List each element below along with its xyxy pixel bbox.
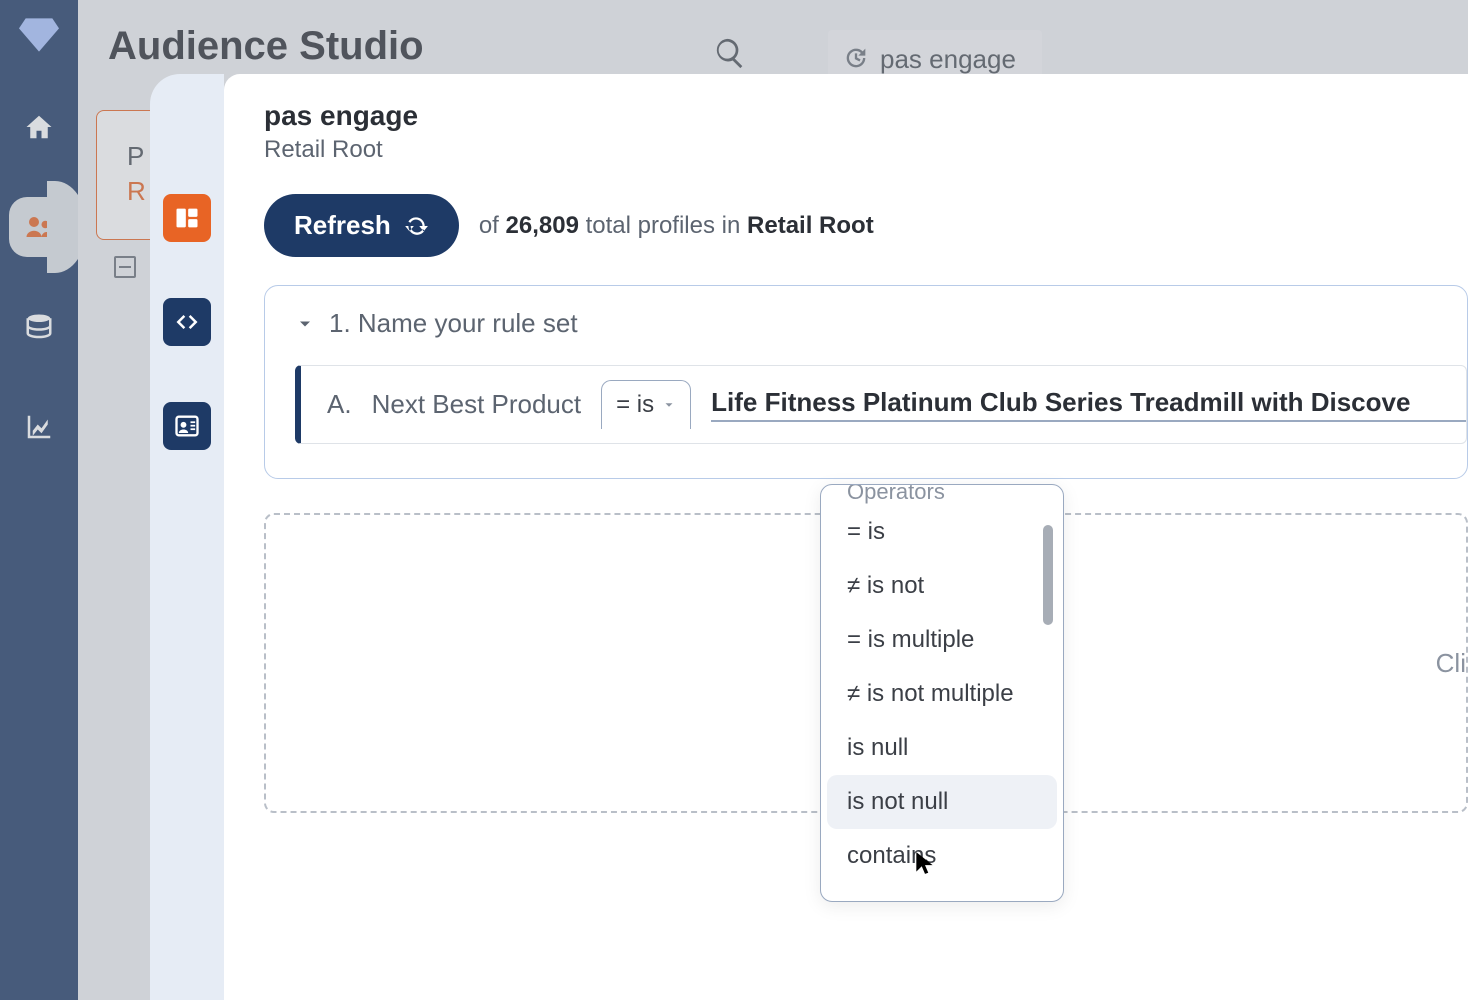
chip-label: pas engage — [880, 44, 1016, 74]
dropdown-item-is-not-multiple[interactable]: ≠ is not multiple — [827, 667, 1057, 721]
modal-wrap: pas engage Retail Root Refresh of 26,809… — [150, 74, 1468, 1000]
modal-tab-builder[interactable] — [163, 194, 211, 242]
profiles-count: 26,809 — [506, 212, 579, 239]
dropdown-title: Operators — [827, 484, 1057, 505]
dropdown-scrollbar[interactable] — [1043, 525, 1053, 625]
rule-value[interactable]: Life Fitness Platinum Club Series Treadm… — [711, 387, 1466, 422]
operator-select[interactable]: = is — [601, 380, 691, 429]
logo-diamond-icon — [19, 18, 59, 57]
modal-tab-code[interactable] — [163, 298, 211, 346]
operator-value: = is — [616, 391, 654, 419]
collapse-toggle[interactable] — [114, 256, 136, 278]
dropdown-item-is-null[interactable]: is null — [827, 721, 1057, 775]
modal-side-bar — [150, 74, 224, 1000]
dropdown-item-is-multiple[interactable]: = is multiple — [827, 613, 1057, 667]
profiles-summary: of 26,809 total profiles in Retail Root — [479, 212, 874, 240]
modal-tab-profile[interactable] — [163, 402, 211, 450]
left-nav-rail — [0, 0, 78, 1000]
modal-title: pas engage — [264, 100, 1468, 132]
chevron-down-icon — [295, 314, 315, 334]
ruleset-card: 1. Name your rule set A. Next Best Produ… — [264, 285, 1468, 479]
page-title: Audience Studio — [108, 24, 424, 69]
rule-attribute[interactable]: Next Best Product — [372, 389, 582, 420]
nav-audiences[interactable] — [9, 197, 69, 257]
operator-dropdown: Operators = is ≠ is not = is multiple ≠ … — [820, 484, 1064, 902]
audience-modal: pas engage Retail Root Refresh of 26,809… — [224, 74, 1468, 1000]
profiles-root: Retail Root — [747, 212, 874, 239]
profiles-prefix: of — [479, 212, 506, 239]
refresh-clock-icon — [842, 44, 870, 72]
dropdown-item-is-not[interactable]: ≠ is not — [827, 559, 1057, 613]
dropdown-item-is-not-null[interactable]: is not null — [827, 775, 1057, 829]
nav-home[interactable] — [9, 97, 69, 157]
refresh-button[interactable]: Refresh — [264, 194, 459, 257]
cursor-pointer-icon — [914, 850, 936, 881]
dropzone-text: Cli — [1436, 648, 1466, 679]
rule-row: A. Next Best Product = is Life Fitness P… — [295, 365, 1467, 444]
dropdown-item-is[interactable]: = is — [827, 505, 1057, 559]
nav-analytics[interactable] — [9, 397, 69, 457]
ruleset-header[interactable]: 1. Name your rule set — [295, 308, 1467, 339]
profiles-mid: total profiles in — [579, 212, 747, 239]
breadcrumb: Retail Root — [264, 136, 1468, 164]
refresh-row: Refresh of 26,809 total profiles in Reta… — [264, 194, 1468, 257]
rule-letter: A. — [327, 389, 352, 420]
search-icon[interactable] — [713, 36, 747, 75]
dropdown-item-contains[interactable]: contains — [827, 829, 1057, 883]
nav-data[interactable] — [9, 297, 69, 357]
refresh-label: Refresh — [294, 210, 391, 241]
chevron-down-icon — [662, 398, 676, 412]
refresh-icon — [403, 213, 429, 239]
ruleset-title: 1. Name your rule set — [329, 308, 578, 339]
